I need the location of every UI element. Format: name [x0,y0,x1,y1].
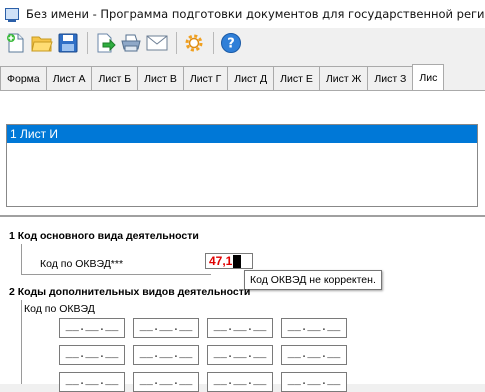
toolbar-separator [213,32,214,54]
new-document-icon [7,33,24,53]
open-button[interactable] [30,31,54,55]
toolbar-separator [176,32,177,54]
sheet-tabs: Форма Лист А Лист Б Лист В Лист Г Лист Д… [0,62,485,91]
toolbar: ? [0,28,485,58]
section-main-activity-title: 1 Код основного вида деятельности [9,230,199,242]
okved-additional-field[interactable]: __.__.__ [59,372,125,392]
okved-additional-field[interactable]: __.__.__ [207,345,273,365]
toolbar-separator [87,32,88,54]
print-icon [121,34,141,52]
okved-additional-field[interactable]: __.__.__ [207,372,273,392]
section-border [21,274,211,275]
okved-additional-field[interactable]: __.__.__ [133,372,199,392]
okved-additional-field[interactable]: __.__.__ [59,345,125,365]
save-icon [58,33,78,53]
tab-list-i[interactable]: Лис [412,64,445,90]
okved-main-input[interactable]: 47,1 [205,253,253,269]
okved-additional-field[interactable]: __.__.__ [281,372,347,392]
okved-additional-field[interactable]: __.__.__ [133,318,199,338]
text-cursor [233,254,242,268]
tab-list-v[interactable]: Лист В [137,66,184,90]
section-border [21,300,22,384]
section-border [21,244,22,274]
okved-additional-field[interactable]: __.__.__ [281,318,347,338]
tab-list-z[interactable]: Лист З [367,66,414,90]
print-button[interactable] [119,31,143,55]
tab-list-e[interactable]: Лист Е [273,66,320,90]
sheet-listbox[interactable]: 1 Лист И [6,124,478,207]
okved-additional-field[interactable]: __.__.__ [207,318,273,338]
tab-forma[interactable]: Форма [0,66,47,90]
app-icon [5,8,19,22]
window-title: Без имени - Программа подготовки докумен… [26,7,485,21]
settings-button[interactable] [182,31,206,55]
okved-additional-field[interactable]: __.__.__ [281,345,347,365]
settings-icon [185,34,203,52]
okved-additional-label: Код по ОКВЭД [24,303,95,315]
export-icon [97,33,116,53]
open-folder-icon [31,36,53,52]
new-document-button[interactable] [4,31,28,55]
help-button[interactable]: ? [219,31,243,55]
svg-text:?: ? [227,37,235,52]
validation-tooltip: Код ОКВЭД не корректен. [244,270,382,290]
tab-list-g[interactable]: Лист Г [182,66,229,90]
mail-icon [146,35,168,51]
tab-list-b[interactable]: Лист Б [91,66,139,90]
okved-main-value: 47,1 [209,254,233,268]
okved-label: Код по ОКВЭД*** [40,258,124,270]
tab-list-d[interactable]: Лист Д [227,66,275,90]
okved-additional-field[interactable]: __.__.__ [133,345,199,365]
save-button[interactable] [56,31,80,55]
help-icon: ? [221,33,241,53]
okved-additional-field[interactable]: __.__.__ [59,318,125,338]
export-button[interactable] [93,31,117,55]
form-panel: 1 Код основного вида деятельности Код по… [0,217,485,392]
sheet-list-panel: 1 Лист И [0,91,485,215]
mail-button[interactable] [145,31,169,55]
tab-list-zh[interactable]: Лист Ж [318,66,369,90]
title-bar: Без имени - Программа подготовки докумен… [0,0,485,28]
section-additional-activity-title: 2 Коды дополнительных видов деятельности [9,286,251,298]
list-item[interactable]: 1 Лист И [7,125,477,143]
tab-list-a[interactable]: Лист А [45,66,93,90]
